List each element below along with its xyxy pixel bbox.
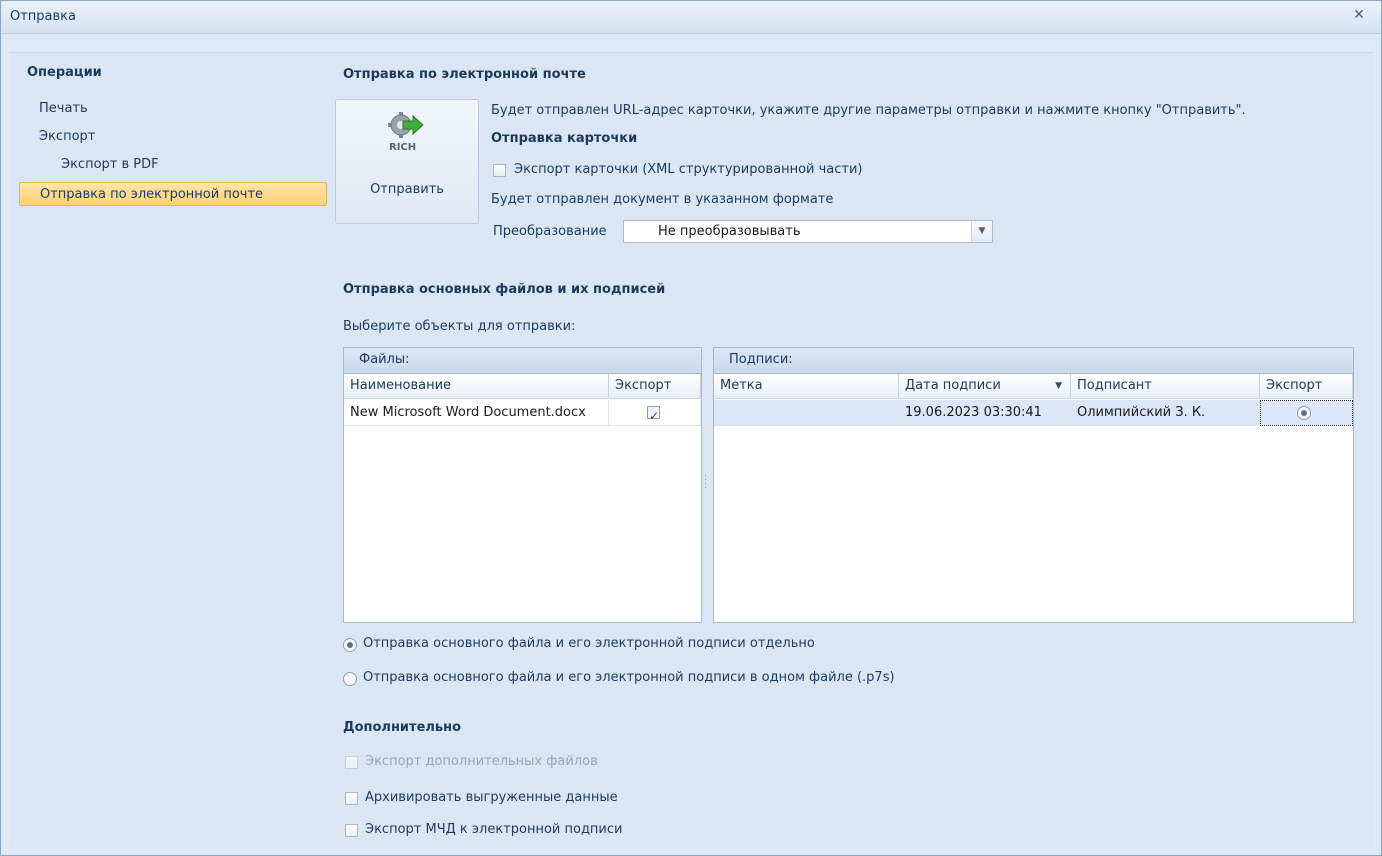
send-button-label: Отправить — [370, 182, 444, 197]
conversion-label: Преобразование — [493, 224, 607, 239]
select-prompt: Выберите объекты для отправки: — [343, 319, 576, 334]
sidebar-item-print[interactable]: Печать — [39, 97, 88, 121]
svg-text:RICH: RICH — [389, 142, 416, 152]
main-content: Отправка по электронной почте RICH Отпра… — [335, 53, 1363, 847]
send-button[interactable]: RICH Отправить — [335, 99, 479, 224]
window-title: Отправка — [10, 9, 77, 24]
export-mchd-label[interactable]: Экспорт МЧД к электронной подписи — [365, 822, 622, 837]
dialog-body: Операции Печать Экспорт Экспорт в PDF От… — [9, 52, 1373, 847]
sidebar-item-email[interactable]: Отправка по электронной почте — [19, 182, 327, 206]
files-panel-header: Файлы: — [344, 348, 701, 374]
table-row-file-name[interactable]: New Microsoft Word Document.docx — [344, 400, 609, 426]
files-col-export[interactable]: Экспорт — [609, 374, 701, 399]
conversion-value: Не преобразовывать — [658, 224, 801, 239]
email-section-title: Отправка по электронной почте — [343, 67, 586, 82]
option-separate-label[interactable]: Отправка основного файла и его электронн… — [363, 636, 815, 651]
export-additional-checkbox — [345, 756, 358, 769]
sig-col-date[interactable]: Дата подписи ▼ — [899, 374, 1071, 399]
files-panel: Файлы: Наименование Экспорт New Microsof… — [343, 347, 702, 623]
table-row-sig-signer[interactable]: Олимпийский З. К. — [1071, 400, 1260, 426]
sidebar-header: Операции — [27, 65, 102, 80]
signatures-panel: Подписи: Метка Дата подписи ▼ Подписант … — [713, 347, 1354, 623]
splitter-handle[interactable]: · · · · — [704, 472, 707, 494]
close-icon[interactable]: ✕ — [1351, 7, 1367, 23]
files-section-title: Отправка основных файлов и их подписей — [343, 282, 666, 297]
conversion-select[interactable]: Не преобразовывать ▼ — [623, 220, 993, 243]
sort-down-icon: ▼ — [1055, 381, 1062, 391]
table-row-file-export[interactable] — [609, 400, 701, 429]
archive-label[interactable]: Архивировать выгруженные данные — [365, 790, 618, 805]
export-card-checkbox[interactable] — [493, 164, 506, 177]
operations-sidebar: Операции Печать Экспорт Экспорт в PDF От… — [9, 53, 329, 847]
signatures-panel-header: Подписи: — [714, 348, 1353, 374]
files-col-name[interactable]: Наименование — [344, 374, 609, 399]
option-p7s-label[interactable]: Отправка основного файла и его электронн… — [363, 670, 895, 685]
export-card-label: Экспорт карточки (XML структурированной … — [514, 162, 863, 177]
file-export-checkbox[interactable] — [647, 404, 660, 429]
sig-col-mark[interactable]: Метка — [714, 374, 899, 399]
card-section-title: Отправка карточки — [491, 131, 638, 146]
sidebar-item-export[interactable]: Экспорт — [39, 125, 95, 149]
export-mchd-checkbox[interactable] — [345, 824, 358, 837]
rich-send-icon: RICH — [388, 112, 424, 152]
sig-col-export[interactable]: Экспорт — [1260, 374, 1353, 399]
sig-col-signer[interactable]: Подписант — [1071, 374, 1260, 399]
table-row-sig-mark[interactable] — [714, 400, 899, 426]
table-row-sig-export[interactable] — [1260, 400, 1353, 426]
format-note: Будет отправлен документ в указанном фор… — [491, 192, 834, 207]
option-separate-radio[interactable] — [343, 638, 357, 652]
table-row-sig-date[interactable]: 19.06.2023 03:30:41 — [899, 400, 1071, 426]
additional-title: Дополнительно — [343, 720, 462, 735]
option-p7s-radio[interactable] — [343, 672, 357, 686]
email-description: Будет отправлен URL-адрес карточки, укаж… — [491, 103, 1246, 118]
send-dialog: Отправка ✕ Операции Печать Экспорт Экспо… — [0, 0, 1382, 856]
title-bar: Отправка ✕ — [1, 1, 1381, 34]
chevron-down-icon[interactable]: ▼ — [971, 221, 992, 242]
archive-checkbox[interactable] — [345, 792, 358, 805]
sig-export-radio[interactable] — [1297, 406, 1311, 420]
export-additional-label: Экспорт дополнительных файлов — [365, 754, 598, 769]
sidebar-item-export-pdf[interactable]: Экспорт в PDF — [61, 153, 159, 177]
